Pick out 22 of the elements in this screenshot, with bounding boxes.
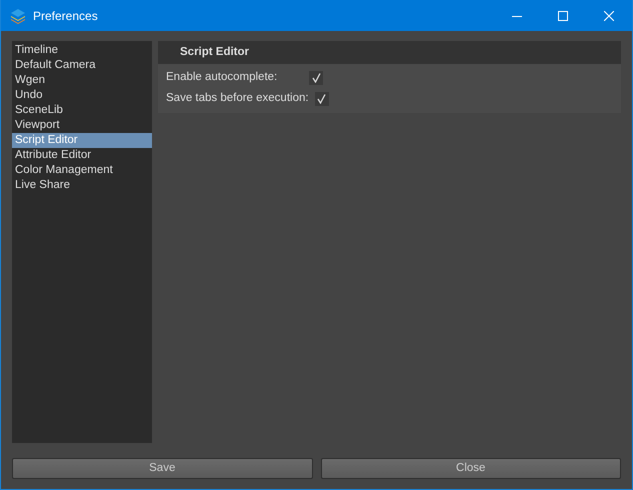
- check-icon: [317, 94, 326, 104]
- dialog-button[interactable]: Close: [320, 458, 621, 479]
- check-icon: [312, 73, 320, 83]
- sidebar-item[interactable]: Viewport: [12, 118, 152, 133]
- maximize-icon: [558, 10, 568, 20]
- close-icon: [604, 10, 614, 20]
- sidebar-item[interactable]: SceneLib: [12, 103, 152, 118]
- checkbox[interactable]: [314, 92, 329, 106]
- sidebar-item[interactable]: Timeline: [12, 43, 152, 58]
- panel-title: Script Editor: [180, 44, 250, 60]
- checkbox[interactable]: [309, 71, 323, 85]
- app-logo-icon: [9, 6, 27, 24]
- window-title: Preferences: [33, 8, 98, 24]
- dialog-button[interactable]: Save: [12, 458, 312, 479]
- sidebar-item[interactable]: Attribute Editor: [12, 148, 152, 163]
- setting-label: Save tabs before execution:: [166, 91, 309, 106]
- sidebar-item[interactable]: Wgen: [12, 73, 152, 88]
- setting-label: Enable autocomplete:: [166, 70, 278, 86]
- sidebar-item[interactable]: Color Management: [12, 163, 152, 178]
- sidebar-item[interactable]: Live Share: [12, 178, 152, 193]
- sidebar-item[interactable]: Undo: [12, 88, 152, 103]
- sidebar-item[interactable]: Default Camera: [12, 58, 152, 73]
